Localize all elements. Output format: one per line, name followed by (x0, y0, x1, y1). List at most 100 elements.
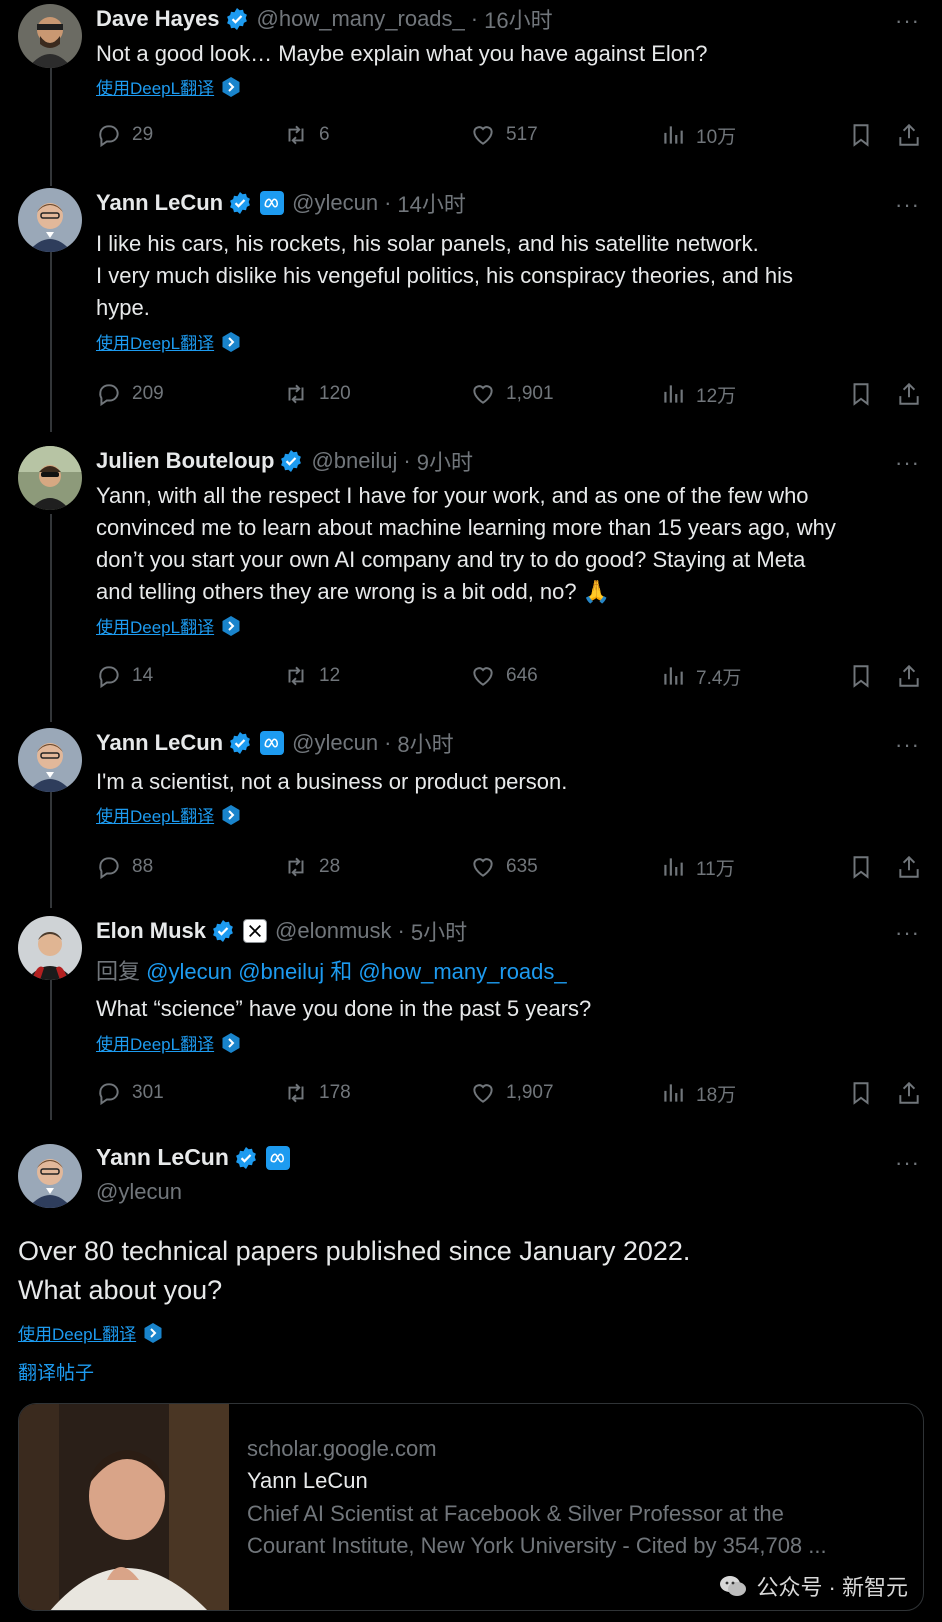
separator-dot: · (397, 918, 405, 943)
tweet-text: I like his cars, his rockets, his solar … (96, 228, 902, 324)
tweet-text-line: Yann, with all the respect I have for yo… (96, 483, 809, 508)
author-name[interactable]: Elon Musk (96, 918, 206, 944)
bookmark-button[interactable] (848, 850, 874, 884)
share-button[interactable] (896, 850, 922, 884)
more-options-icon[interactable]: ··· (895, 10, 920, 32)
retweet-button[interactable]: 28 (283, 850, 340, 884)
retweet-icon (288, 384, 304, 404)
share-button[interactable] (896, 1076, 922, 1110)
timestamp[interactable]: 14小时 (397, 187, 465, 219)
deepl-translate-label: 使用DeepL翻译 (96, 807, 215, 826)
avatar[interactable] (18, 446, 82, 510)
like-button[interactable]: 1,901 (470, 377, 554, 411)
tweet-actions: 301 178 1,907 18万 (0, 1076, 942, 1110)
share-button[interactable] (896, 659, 922, 693)
meta-affiliation-icon[interactable] (260, 191, 285, 215)
reply-button[interactable]: 209 (96, 377, 164, 411)
deepl-translate-link[interactable]: 使用DeepL翻译 (96, 74, 242, 99)
deepl-icon (222, 615, 240, 636)
views-button[interactable]: 10万 (660, 118, 736, 152)
reply-button[interactable]: 301 (96, 1076, 164, 1110)
avatar[interactable] (18, 916, 82, 980)
author-handle[interactable]: @ylecun (96, 1179, 182, 1205)
author-name[interactable]: Yann LeCun (96, 730, 223, 756)
reply-count: 29 (132, 124, 154, 145)
separator-dot: · (403, 448, 411, 473)
share-button[interactable] (896, 118, 922, 152)
author-handle[interactable]: @elonmusk (275, 918, 392, 944)
share-button[interactable] (896, 377, 922, 411)
author-handle[interactable]: @bneiluj (311, 448, 397, 474)
retweet-button[interactable]: 120 (283, 377, 351, 411)
reply-count: 301 (132, 1082, 164, 1103)
like-button[interactable]: 1,907 (470, 1076, 554, 1110)
heart-icon (473, 126, 493, 145)
deepl-translate-link[interactable]: 使用DeepL翻译 (18, 1320, 164, 1345)
view-count: 18万 (696, 1084, 737, 1106)
deepl-translate-link[interactable]: 使用DeepL翻译 (96, 329, 242, 354)
more-options-icon[interactable]: ··· (895, 1152, 920, 1174)
bookmark-icon (853, 1082, 869, 1105)
deepl-translate-label: 使用DeepL翻译 (18, 1325, 137, 1344)
like-button[interactable]: 646 (470, 659, 538, 693)
tweet-text: Yann, with all the respect I have for yo… (96, 480, 902, 608)
avatar[interactable] (18, 4, 82, 68)
mention-link[interactable]: @how_many_roads_ (358, 959, 566, 984)
reply-button[interactable]: 14 (96, 659, 153, 693)
author-handle[interactable]: @how_many_roads_ (257, 6, 465, 32)
reply-button[interactable]: 88 (96, 850, 153, 884)
mention-link[interactable]: @ylecun (146, 959, 232, 984)
author-name[interactable]: Yann LeCun (96, 1144, 229, 1171)
bookmark-button[interactable] (848, 377, 874, 411)
mention-link[interactable]: @bneiluj (238, 959, 324, 984)
author-name[interactable]: Dave Hayes (96, 6, 220, 32)
author-name[interactable]: Julien Bouteloup (96, 448, 274, 474)
timestamp[interactable]: 8小时 (397, 727, 453, 759)
tweet-text-line: I very much dislike his vengeful politic… (96, 263, 793, 288)
x-affiliation-icon[interactable] (243, 919, 268, 943)
retweet-button[interactable]: 12 (283, 659, 340, 693)
avatar[interactable] (18, 1144, 82, 1208)
translate-post-link[interactable]: 翻译帖子 (18, 1358, 94, 1385)
retweet-button[interactable]: 6 (283, 118, 330, 152)
more-options-icon[interactable]: ··· (895, 734, 920, 756)
deepl-translate-link[interactable]: 使用DeepL翻译 (96, 802, 242, 827)
card-body: scholar.google.com Yann LeCun Chief AI S… (247, 1434, 905, 1562)
meta-affiliation-icon[interactable] (260, 731, 285, 755)
tweet-text: I'm a scientist, not a business or produ… (96, 769, 568, 794)
timestamp[interactable]: 16小时 (484, 3, 552, 35)
meta-affiliation-icon[interactable] (265, 1145, 290, 1170)
like-count: 1,907 (506, 1082, 554, 1103)
thread-line (50, 790, 52, 908)
timestamp[interactable]: 5小时 (411, 915, 467, 947)
heart-icon (473, 667, 493, 686)
reply-button[interactable]: 29 (96, 118, 153, 152)
timestamp[interactable]: 9小时 (417, 445, 473, 477)
bookmark-icon (853, 383, 869, 406)
bookmark-button[interactable] (848, 1076, 874, 1110)
author-handle[interactable]: @ylecun (292, 730, 378, 756)
views-button[interactable]: 12万 (660, 377, 736, 411)
analytics-icon (664, 126, 683, 144)
reply-icon (99, 857, 119, 880)
like-count: 1,901 (506, 383, 554, 404)
author-name[interactable]: Yann LeCun (96, 190, 223, 216)
more-options-icon[interactable]: ··· (895, 194, 920, 216)
like-button[interactable]: 517 (470, 118, 538, 152)
tweet-text: Over 80 technical papers published since… (18, 1232, 898, 1310)
views-button[interactable]: 7.4万 (660, 659, 741, 693)
more-options-icon[interactable]: ··· (895, 452, 920, 474)
views-button[interactable]: 18万 (660, 1076, 736, 1110)
bookmark-button[interactable] (848, 118, 874, 152)
retweet-button[interactable]: 178 (283, 1076, 351, 1110)
avatar[interactable] (18, 188, 82, 252)
deepl-translate-link[interactable]: 使用DeepL翻译 (96, 613, 242, 638)
author-handle[interactable]: @ylecun (292, 190, 378, 216)
more-options-icon[interactable]: ··· (895, 922, 920, 944)
deepl-translate-link[interactable]: 使用DeepL翻译 (96, 1030, 242, 1055)
like-button[interactable]: 635 (470, 850, 538, 884)
view-count: 10万 (696, 126, 737, 148)
bookmark-button[interactable] (848, 659, 874, 693)
views-button[interactable]: 11万 (660, 850, 735, 884)
avatar[interactable] (18, 728, 82, 792)
